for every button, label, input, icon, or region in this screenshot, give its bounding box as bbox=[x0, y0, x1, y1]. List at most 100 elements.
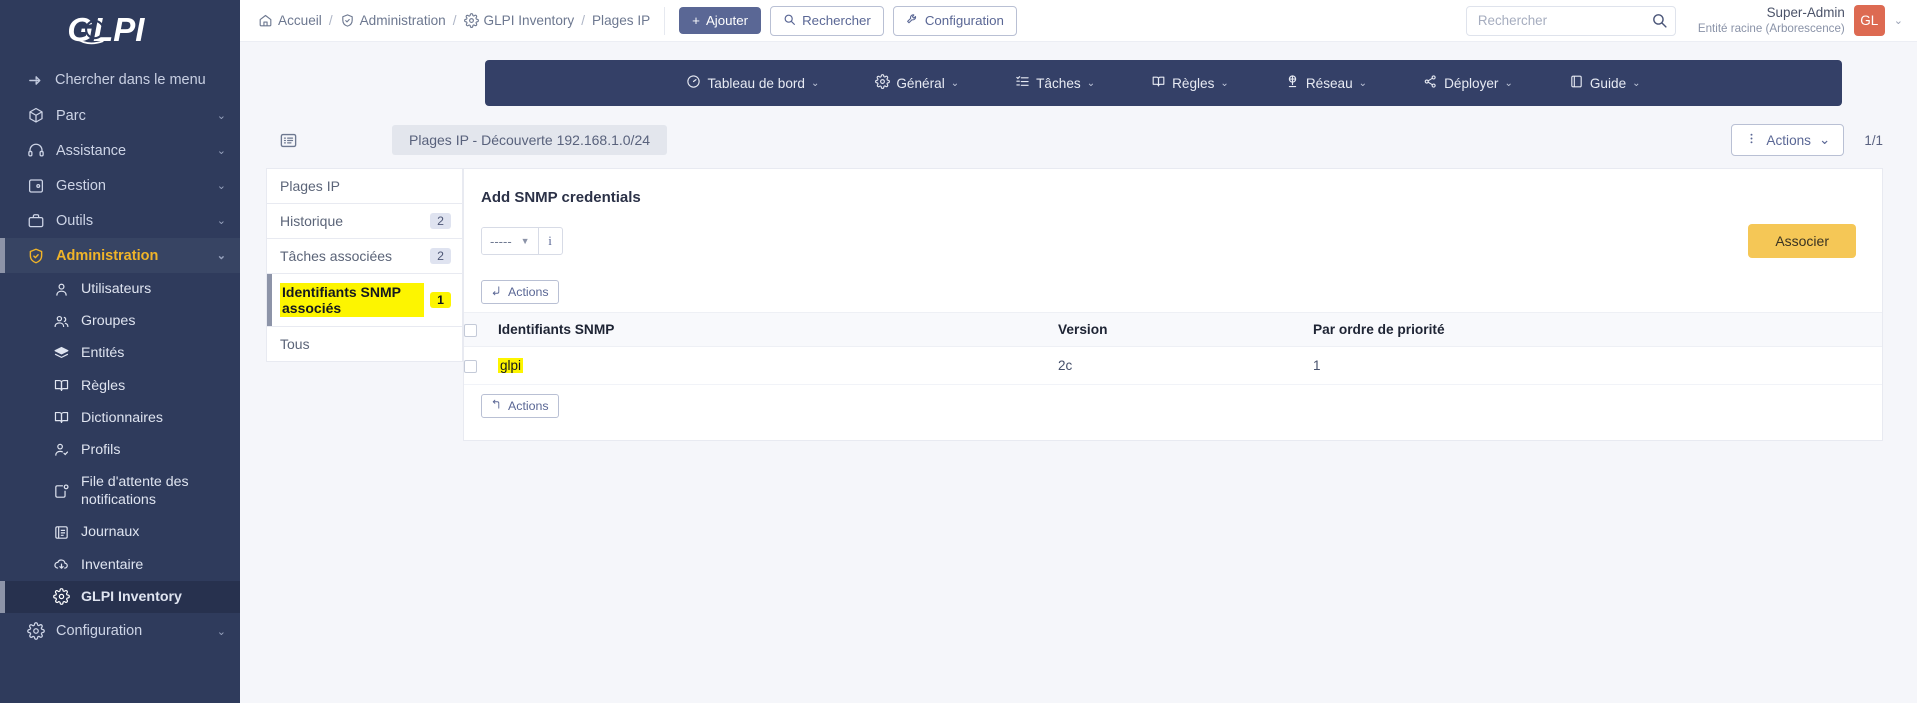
chevron-down-icon: ⌄ bbox=[1504, 77, 1513, 89]
arrow-right-icon bbox=[26, 71, 44, 89]
nav-label: Tâches bbox=[1036, 75, 1081, 91]
sidebar-item-administration[interactable]: Administration ⌄ bbox=[0, 238, 240, 273]
tab-label: Historique bbox=[280, 213, 344, 229]
associate-button[interactable]: Associer bbox=[1748, 224, 1856, 258]
cell-identifiant-snmp-value[interactable]: glpi bbox=[498, 358, 524, 373]
sidebar-item-configuration[interactable]: Configuration ⌄ bbox=[0, 613, 240, 650]
table-row[interactable]: glpi 2c 1 bbox=[464, 346, 1882, 385]
sidebar-subitem-entites[interactable]: Entités bbox=[0, 337, 240, 369]
info-icon[interactable]: i bbox=[537, 228, 562, 254]
sidebar-subitem-groupes[interactable]: Groupes bbox=[0, 305, 240, 337]
actions-button-table-bottom[interactable]: Actions bbox=[481, 394, 559, 418]
sidebar-subitem-file-attente[interactable]: File d'attente des notifications bbox=[0, 466, 240, 516]
content-body: Plages IP Historique 2 Tâches associées … bbox=[240, 156, 1917, 441]
cell-identifiant-snmp: glpi bbox=[498, 346, 1058, 385]
add-button-label: Ajouter bbox=[705, 13, 749, 28]
chevron-down-icon[interactable]: ⌄ bbox=[1894, 14, 1903, 27]
glpi-logo[interactable]: GLPI bbox=[0, 0, 240, 62]
sidebar-subitem-glpi-inventory[interactable]: GLPI Inventory bbox=[0, 580, 240, 614]
user-name: Super-Admin bbox=[1766, 4, 1845, 20]
actions-button-table-top[interactable]: Actions bbox=[481, 280, 559, 304]
sidebar-item-label: Parc bbox=[56, 107, 86, 124]
wrench-icon bbox=[906, 13, 919, 29]
sidebar-subitem-profils[interactable]: Profils bbox=[0, 434, 240, 466]
row-checkbox[interactable] bbox=[464, 359, 477, 373]
nav-guide[interactable]: Guide ⌄ bbox=[1541, 74, 1669, 92]
briefcase-icon bbox=[26, 211, 45, 230]
nav-reseau[interactable]: Réseau ⌄ bbox=[1257, 74, 1395, 92]
nav-label: Réseau bbox=[1305, 75, 1353, 91]
avatar[interactable]: GL bbox=[1853, 4, 1885, 36]
guide-icon bbox=[1569, 74, 1584, 92]
user-menu[interactable]: Super-Admin Entité racine (Arborescence)… bbox=[1698, 5, 1903, 36]
nav-general[interactable]: Général ⌄ bbox=[847, 74, 987, 92]
sidebar-item-outils[interactable]: Outils ⌄ bbox=[0, 203, 240, 238]
page-title: Plages IP - Découverte 192.168.1.0/24 bbox=[392, 125, 668, 155]
tab-label: Tâches associées bbox=[280, 248, 393, 264]
search-icon[interactable] bbox=[1651, 12, 1668, 34]
breadcrumb-glpi-inventory[interactable]: GLPI Inventory bbox=[463, 13, 574, 28]
sidebar-subitem-inventaire[interactable]: Inventaire bbox=[0, 549, 240, 581]
tab-identifiants-snmp-associes[interactable]: Identifiants SNMP associés 1 bbox=[266, 274, 463, 327]
panel-title: Add SNMP credentials bbox=[481, 189, 641, 206]
table-actions-top: Actions bbox=[464, 258, 1882, 304]
module-navbar: Tableau de bord ⌄ Général ⌄ Tâches ⌄ Règ… bbox=[485, 60, 1842, 106]
content-header: Plages IP - Découverte 192.168.1.0/24 Ac… bbox=[240, 106, 1917, 156]
tasklist-icon bbox=[1015, 74, 1030, 92]
user-check-icon bbox=[52, 441, 70, 459]
dots-vertical-icon bbox=[1745, 132, 1758, 148]
sidebar-subitem-regles[interactable]: Règles bbox=[0, 370, 240, 402]
user-entity: Entité racine (Arborescence) bbox=[1697, 21, 1845, 35]
select-all-checkbox[interactable] bbox=[464, 323, 477, 337]
column-header-priorite[interactable]: Par ordre de priorité bbox=[1313, 312, 1882, 347]
tab-label: Identifiants SNMP associés bbox=[280, 283, 425, 317]
nav-deployer[interactable]: Déployer ⌄ bbox=[1395, 74, 1541, 92]
column-header-version[interactable]: Version bbox=[1058, 312, 1313, 347]
tab-historique[interactable]: Historique 2 bbox=[266, 204, 463, 239]
breadcrumb-label: Accueil bbox=[278, 13, 322, 28]
sidebar-subitem-utilisateurs[interactable]: Utilisateurs bbox=[0, 273, 240, 305]
sidebar-item-gestion[interactable]: Gestion ⌄ bbox=[0, 168, 240, 203]
sidebar-subitem-label: Groupes bbox=[81, 313, 136, 330]
pagination-counter: 1/1 bbox=[1864, 132, 1883, 148]
topbar-divider bbox=[664, 6, 666, 35]
nav-regles[interactable]: Règles ⌄ bbox=[1123, 74, 1257, 92]
tab-taches-associees[interactable]: Tâches associées 2 bbox=[266, 239, 463, 274]
book-icon bbox=[1151, 74, 1166, 92]
tab-plages-ip[interactable]: Plages IP bbox=[266, 168, 463, 204]
tab-tous[interactable]: Tous bbox=[266, 327, 463, 362]
snmp-credential-select-group: ----- ▼ i bbox=[481, 227, 563, 255]
breadcrumb-separator: / bbox=[328, 13, 333, 28]
search-input[interactable] bbox=[1465, 5, 1676, 36]
sidebar-subitem-dictionnaires[interactable]: Dictionnaires bbox=[0, 402, 240, 434]
sidebar-subitem-journaux[interactable]: Journaux bbox=[0, 516, 240, 548]
column-header-identifiants-snmp[interactable]: Identifiants SNMP bbox=[498, 312, 1058, 347]
nav-tableau-de-bord[interactable]: Tableau de bord ⌄ bbox=[658, 74, 847, 92]
glpi-logo-svg: GLPI bbox=[67, 11, 145, 48]
sidebar-menu-search[interactable]: Chercher dans le menu bbox=[0, 62, 240, 98]
notification-icon bbox=[52, 482, 70, 500]
list-view-icon[interactable] bbox=[274, 127, 302, 153]
actions-button-top[interactable]: Actions ⌄ bbox=[1731, 124, 1845, 156]
topbar: Accueil / Administration / GLPI Inventor… bbox=[240, 0, 1917, 42]
breadcrumb-administration[interactable]: Administration bbox=[340, 13, 446, 28]
add-button[interactable]: + Ajouter bbox=[679, 7, 762, 34]
sidebar-item-parc[interactable]: Parc ⌄ bbox=[0, 98, 240, 133]
chevron-down-icon: ⌄ bbox=[216, 110, 226, 122]
snmp-credential-select[interactable]: ----- ▼ bbox=[482, 228, 538, 254]
configuration-button[interactable]: Configuration bbox=[892, 5, 1017, 36]
breadcrumb-accueil[interactable]: Accueil bbox=[258, 13, 322, 28]
nav-taches[interactable]: Tâches ⌄ bbox=[987, 74, 1123, 92]
sidebar-subitem-label: Journaux bbox=[81, 524, 140, 541]
table-head: Identifiants SNMP Version Par ordre de p… bbox=[464, 312, 1882, 347]
table-header-row: Identifiants SNMP Version Par ordre de p… bbox=[464, 312, 1882, 347]
sidebar-item-assistance[interactable]: Assistance ⌄ bbox=[0, 133, 240, 168]
breadcrumb-plages-ip[interactable]: Plages IP bbox=[592, 13, 650, 28]
chevron-down-icon: ⌄ bbox=[216, 180, 226, 192]
tab-label: Tous bbox=[280, 336, 310, 352]
search-icon bbox=[783, 13, 796, 29]
user-icon bbox=[52, 280, 70, 298]
search-button[interactable]: Rechercher bbox=[770, 5, 884, 36]
chevron-down-icon: ⌄ bbox=[1632, 77, 1641, 89]
navbar-zone: Tableau de bord ⌄ Général ⌄ Tâches ⌄ Règ… bbox=[240, 42, 1917, 106]
